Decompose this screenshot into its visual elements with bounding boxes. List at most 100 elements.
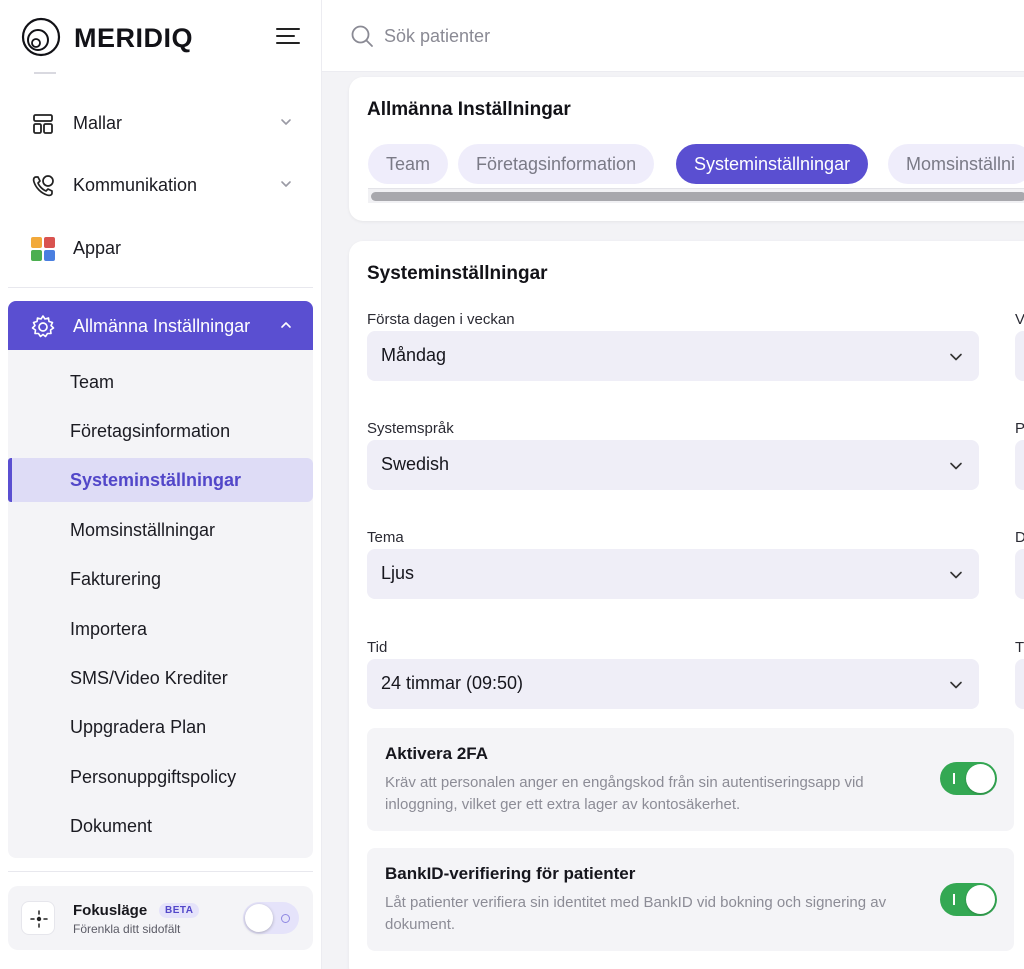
logo-row: MERIDIQ <box>0 0 322 72</box>
tab-momsinstallningar[interactable]: Momsinställni <box>888 144 1024 184</box>
chevron-down-icon <box>950 681 962 689</box>
chevron-down-icon <box>281 119 291 125</box>
subnav-item-foretagsinformation[interactable]: Företagsinformation <box>8 409 313 453</box>
sidebar-item-label: Mallar <box>73 112 123 133</box>
subnav-item-importera[interactable]: Importera <box>8 607 313 651</box>
subnav-item-dokument[interactable]: Dokument <box>8 804 313 848</box>
sidebar: MERIDIQ Mallar Kommunikation Appar Allmä… <box>0 0 322 969</box>
chevron-up-icon <box>281 322 291 328</box>
subnav-item-personuppgiftspolicy[interactable]: Personuppgiftspolicy <box>8 755 313 799</box>
subnav-item-label: Fakturering <box>70 568 162 589</box>
meridiq-logo-icon <box>21 17 61 57</box>
search-icon <box>351 25 373 47</box>
sidebar-divider <box>8 871 313 872</box>
subnav-item-label: SMS/Video Krediter <box>70 667 228 688</box>
toggle-knob <box>966 885 995 914</box>
time-format-label: Tid <box>367 639 388 656</box>
gear-icon <box>31 315 55 338</box>
option-description: Kräv att personalen anger en engångskod … <box>385 774 864 813</box>
subnav-item-systeminstallningar[interactable]: Systeminställningar <box>8 458 313 502</box>
option-2fa: Aktivera 2FA Kräv att personalen anger e… <box>367 728 1014 831</box>
focus-mode-subtitle: Förenkla ditt sidofält <box>73 922 181 936</box>
select-value: 24 timmar (09:50) <box>381 673 524 693</box>
brand-name: MERIDIQ <box>74 23 194 53</box>
focus-target-icon <box>21 901 55 935</box>
right-column-label: P <box>1015 420 1024 437</box>
system-settings-card: Systeminställningar Första dagen i vecka… <box>349 241 1024 969</box>
scroll-indicator <box>34 72 56 74</box>
focus-mode-toggle[interactable] <box>243 902 299 934</box>
phone-chat-icon <box>32 175 54 197</box>
theme-label: Tema <box>367 529 404 546</box>
select-value: Swedish <box>381 454 450 474</box>
subnav-item-label: Momsinställningar <box>70 519 216 540</box>
sidebar-item-label: Kommunikation <box>73 174 198 195</box>
right-column-select[interactable] <box>1015 549 1024 599</box>
apps-icon <box>31 237 55 261</box>
page-title: Allmänna Inställningar <box>367 99 571 120</box>
time-format-select[interactable]: 24 timmar (09:50) <box>367 659 979 709</box>
subnav-item-label: Uppgradera Plan <box>70 716 207 737</box>
select-value: Ljus <box>381 563 415 583</box>
chevron-down-icon <box>281 181 291 187</box>
tab-systeminstallningar[interactable]: Systeminställningar <box>676 144 869 184</box>
focus-mode-card: Fokusläge BETA Förenkla ditt sidofält <box>8 886 313 950</box>
right-column-label: T <box>1015 639 1024 656</box>
subnav-item-label: Team <box>70 371 115 392</box>
top-bar <box>322 0 1024 72</box>
subnav-item-label: Företagsinformation <box>70 420 231 441</box>
sidebar-item-mallar[interactable]: Mallar <box>8 98 313 148</box>
system-language-select[interactable]: Swedish <box>367 440 979 490</box>
chevron-down-icon <box>950 462 962 470</box>
template-icon <box>33 114 53 134</box>
settings-subnav: Team Företagsinformation Systeminställni… <box>8 350 313 858</box>
right-column-select[interactable] <box>1015 440 1024 490</box>
toggle-knob <box>966 764 995 793</box>
toggle-off-indicator <box>281 914 290 923</box>
sidebar-item-kommunikation[interactable]: Kommunikation <box>8 160 313 210</box>
bankid-toggle[interactable] <box>940 883 997 916</box>
theme-select[interactable]: Ljus <box>367 549 979 599</box>
right-column-select[interactable] <box>1015 659 1024 709</box>
settings-tabs: Team Företagsinformation Systeminställni… <box>368 144 1024 184</box>
2fa-toggle[interactable] <box>940 762 997 795</box>
tab-foretagsinformation[interactable]: Företagsinformation <box>458 144 655 184</box>
subnav-item-label: Personuppgiftspolicy <box>70 766 237 787</box>
patient-search-input[interactable] <box>384 20 784 52</box>
subnav-item-fakturering[interactable]: Fakturering <box>8 557 313 601</box>
scrollbar-thumb[interactable] <box>371 192 1024 201</box>
chevron-down-icon <box>950 571 962 579</box>
toggle-on-indicator <box>953 773 955 784</box>
toggle-knob <box>245 904 273 932</box>
subnav-item-team[interactable]: Team <box>8 360 313 404</box>
sidebar-item-allmanna-installningar[interactable]: Allmänna Inställningar <box>8 301 313 351</box>
tab-team[interactable]: Team <box>368 144 449 184</box>
subnav-item-sms-video-krediter[interactable]: SMS/Video Krediter <box>8 656 313 700</box>
toggle-on-indicator <box>953 894 955 905</box>
select-value: Måndag <box>381 345 447 365</box>
sidebar-item-appar[interactable]: Appar <box>8 223 313 273</box>
subnav-item-label: Importera <box>70 618 148 639</box>
tabs-horizontal-scrollbar[interactable] <box>368 188 1024 203</box>
subnav-item-label: Dokument <box>70 815 153 836</box>
option-description: Låt patienter verifiera sin identitet me… <box>385 894 887 933</box>
option-title: Aktivera 2FA <box>385 744 488 763</box>
right-column-label: V <box>1015 311 1024 328</box>
beta-badge: BETA <box>159 903 200 918</box>
first-day-label: Första dagen i veckan <box>367 311 515 328</box>
subnav-item-label: Systeminställningar <box>70 469 242 490</box>
subnav-item-uppgradera-plan[interactable]: Uppgradera Plan <box>8 705 313 749</box>
option-title: BankID-verifiering för patienter <box>385 864 636 883</box>
menu-toggle-icon[interactable] <box>274 24 302 48</box>
sidebar-item-label: Appar <box>73 237 122 258</box>
system-language-label: Systemspråk <box>367 420 454 437</box>
right-column-label: D <box>1015 529 1024 546</box>
settings-header-card: Allmänna Inställningar Team Företagsinfo… <box>349 77 1024 221</box>
sidebar-item-label: Allmänna Inställningar <box>73 315 251 336</box>
sidebar-divider <box>8 287 313 288</box>
subnav-item-momsinstallningar[interactable]: Momsinställningar <box>8 508 313 552</box>
focus-mode-title: Fokusläge <box>73 902 148 919</box>
first-day-select[interactable]: Måndag <box>367 331 979 381</box>
right-column-select[interactable] <box>1015 331 1024 381</box>
chevron-down-icon <box>950 353 962 361</box>
